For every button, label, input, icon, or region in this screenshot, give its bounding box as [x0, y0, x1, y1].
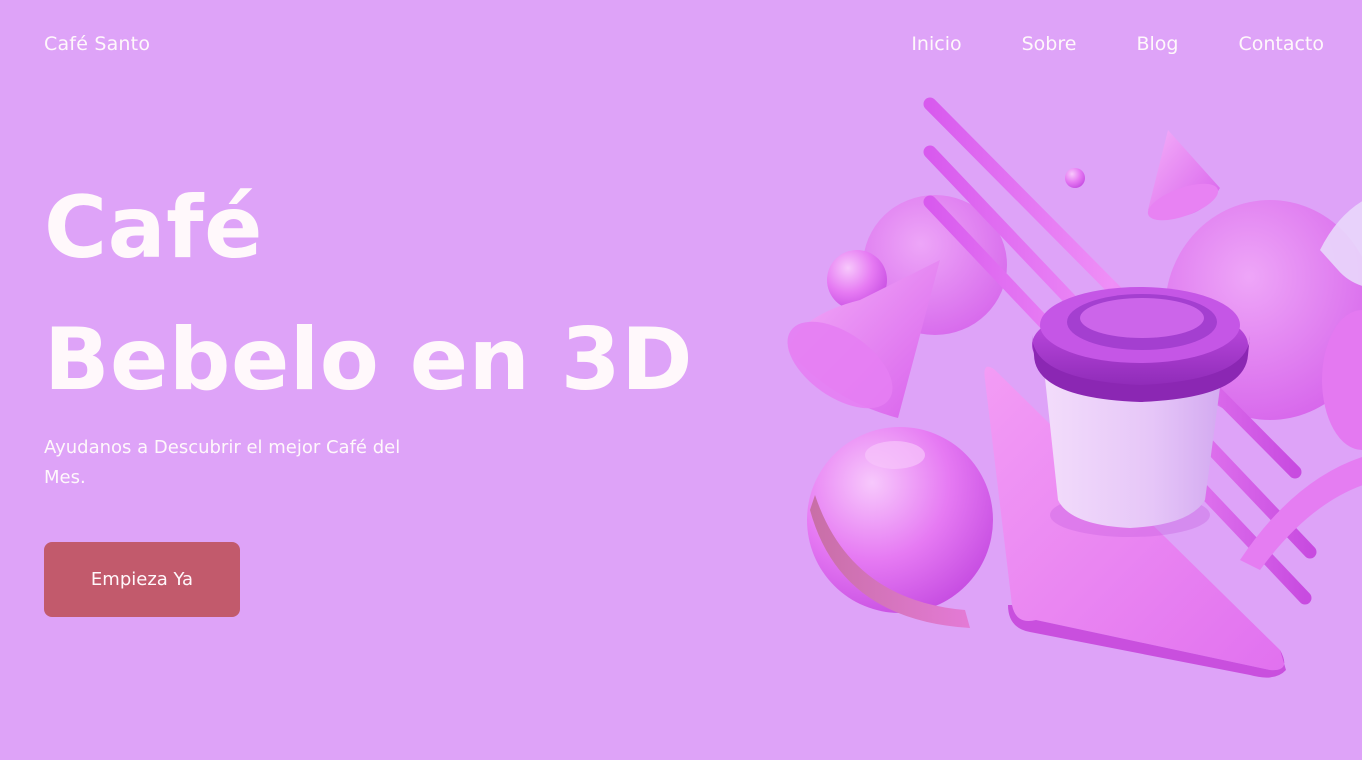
landing-page: Café Santo Inicio Sobre Blog Contacto Ca…	[0, 0, 1362, 760]
hero-title-line-1: Café	[44, 178, 263, 278]
main-nav: Inicio Sobre Blog Contacto	[911, 33, 1324, 55]
nav-link-blog[interactable]: Blog	[1136, 33, 1178, 55]
nav-link-contacto[interactable]: Contacto	[1238, 33, 1324, 55]
hero-subtitle: Ayudanos a Descubrir el mejor Café del M…	[44, 437, 401, 488]
hero-title-line-2: Bebelo en 3D	[44, 310, 693, 410]
site-logo[interactable]: Café Santo	[44, 33, 150, 55]
nav-link-inicio[interactable]: Inicio	[911, 33, 961, 55]
nav-link-sobre[interactable]: Sobre	[1022, 33, 1077, 55]
empieza-ya-button[interactable]: Empieza Ya	[44, 542, 240, 617]
hero-title: Café Bebelo en 3D	[44, 162, 693, 426]
coffee-cup-3d-illustration	[787, 97, 1362, 678]
